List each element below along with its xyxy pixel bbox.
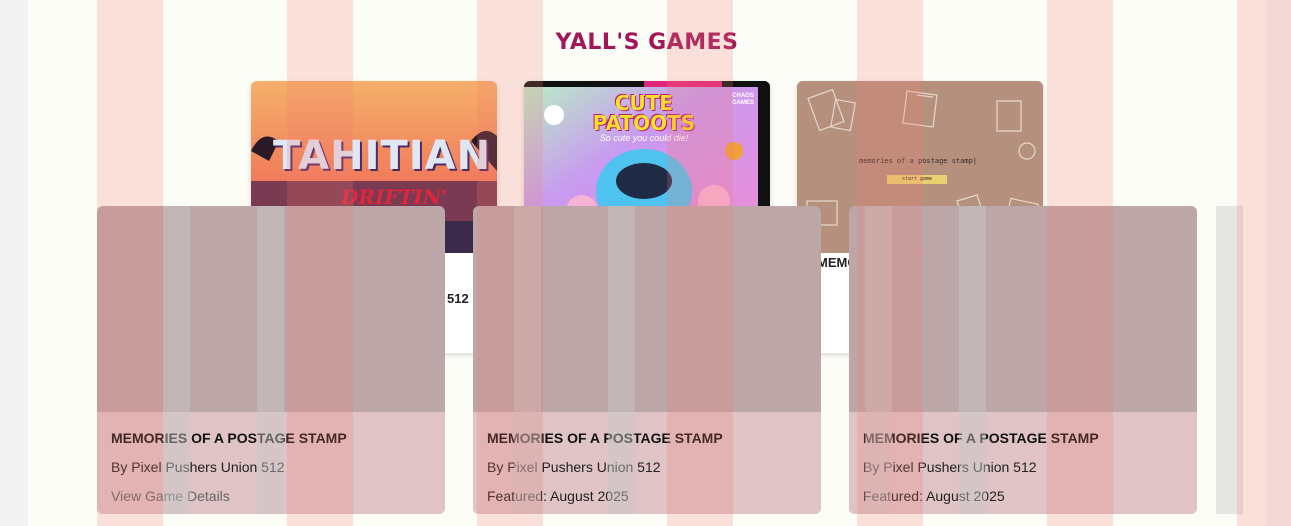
overlay-game-card[interactable]: MEMORIES OF A POSTAGE STAMP By Pixel Pus… <box>473 206 821 514</box>
chaos-games-badge: CHAOS GAMES <box>731 93 754 106</box>
game-author: By Pixel Pushers Union 512 <box>863 459 1037 475</box>
overlay-card-info: MEMORIES OF A POSTAGE STAMP By Pixel Pus… <box>97 412 445 514</box>
view-game-details-link[interactable]: View Game Details <box>111 488 431 504</box>
game-title: MEMORIES OF A POSTAGE STAMP <box>863 430 1099 446</box>
game-author: By Pixel Pushers Union 512 <box>487 459 661 475</box>
overlay-card-info: MEMORIES OF A POSTAGE STAMP By Pixel Pus… <box>849 412 1197 514</box>
game-title: MEMORIES OF A POSTAGE STAMP <box>111 430 347 446</box>
game-author: By Pixel Pushers Union 512 <box>111 459 285 475</box>
featured-date: Featured: August 2025 <box>863 488 1005 504</box>
memories-start-button[interactable]: start game <box>887 176 947 183</box>
overlay-game-card[interactable]: MEMORIES OF A POSTAGE STAMP By Pixel Pus… <box>849 206 1197 514</box>
overlay-game-card[interactable]: MEMORIES OF A POSTAGE STAMP By Pixel Pus… <box>97 206 445 514</box>
overlay-card-info: MEMORIES OF A POSTAGE STAMP By Pixel Pus… <box>473 412 821 514</box>
page-title: YALL'S GAMES <box>555 30 739 55</box>
tahitian-logo-text: TAHITIAN <box>273 133 492 179</box>
game-title: MEMORIES OF A POSTAGE STAMP <box>487 430 723 446</box>
game-card-label: 512 <box>447 291 469 306</box>
memories-title-text: memories of a postage stamp| <box>859 157 978 165</box>
cute-patoots-tagline: So cute you could die! <box>599 133 689 143</box>
featured-date: Featured: August 2025 <box>487 488 629 504</box>
cute-patoots-logo-text: CUTE PATOOTS <box>592 91 696 135</box>
